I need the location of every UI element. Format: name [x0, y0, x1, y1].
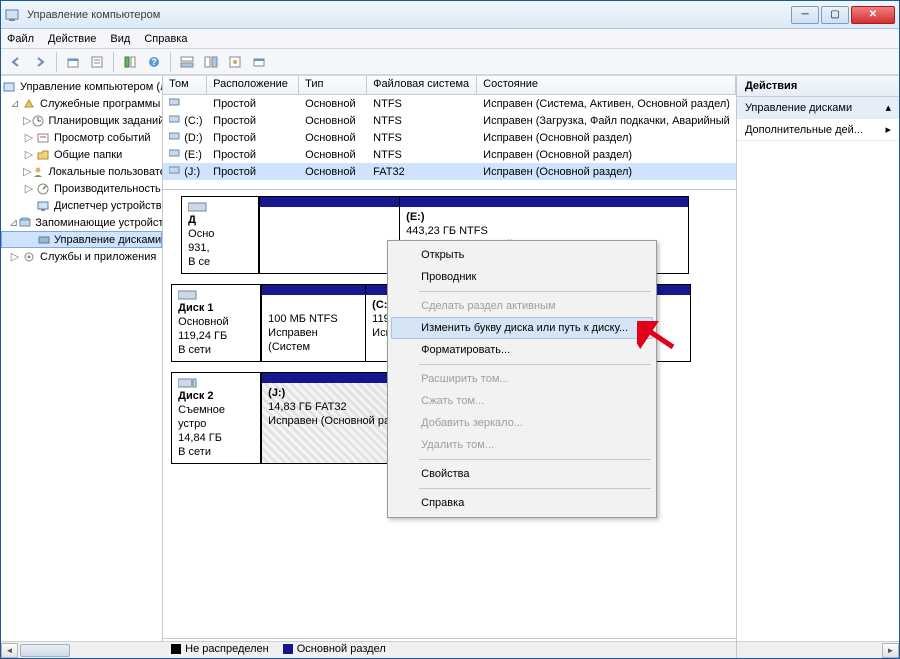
forward-button[interactable] [29, 51, 51, 73]
menu-file[interactable]: Файл [7, 33, 34, 45]
tree-hscrollbar[interactable]: ◄ ► [1, 641, 163, 658]
tree-localusers[interactable]: ▷Локальные пользовате [1, 163, 162, 180]
ctx-properties[interactable]: Свойства [391, 463, 653, 485]
menubar: Файл Действие Вид Справка [1, 29, 899, 49]
ctx-change-letter[interactable]: Изменить букву диска или путь к диску... [391, 317, 653, 339]
tree-shared[interactable]: ▷Общие папки [1, 146, 162, 163]
volume-row[interactable]: (C:) Простой Основной NTFS Исправен (Заг… [163, 112, 736, 129]
disk-icon [188, 201, 208, 213]
col-type[interactable]: Тип [299, 76, 367, 94]
tree-root[interactable]: Управление компьютером (л [1, 78, 162, 95]
col-layout[interactable]: Расположение [207, 76, 299, 94]
back-button[interactable] [5, 51, 27, 73]
ctx-make-active: Сделать раздел активным [391, 295, 653, 317]
actions-header: Действия [737, 76, 899, 97]
scroll-left-button[interactable]: ◄ [1, 643, 18, 658]
legend-swatch-unallocated [171, 644, 181, 654]
settings-button[interactable] [224, 51, 246, 73]
titlebar: Управление компьютером ─ ▢ ✕ [1, 1, 899, 29]
disk-info[interactable]: Диск 1 Основной 119,24 ГБ В сети [171, 284, 261, 362]
ctx-explorer[interactable]: Проводник [391, 266, 653, 288]
window-title: Управление компьютером [27, 9, 789, 21]
menu-view[interactable]: Вид [110, 33, 130, 45]
computer-management-window: Управление компьютером ─ ▢ ✕ Файл Действ… [0, 0, 900, 659]
disk-info[interactable]: Диск 2 Съемное устро 14,84 ГБ В сети [171, 372, 261, 464]
tree-devmgr[interactable]: Диспетчер устройств [1, 197, 162, 214]
tree-storage[interactable]: ⊿Запоминающие устройст [1, 214, 162, 231]
menu-help[interactable]: Справка [144, 33, 187, 45]
view-detail-button[interactable] [200, 51, 222, 73]
tree-eventvwr[interactable]: ▷Просмотр событий [1, 129, 162, 146]
legend: Не распределен Основной раздел [163, 638, 736, 658]
refresh-button[interactable] [119, 51, 141, 73]
collapse-icon: ▴ [885, 101, 891, 114]
disk-icon [178, 289, 198, 301]
volume-row[interactable]: (D:) Простой Основной NTFS Исправен (Осн… [163, 129, 736, 146]
ctx-help[interactable]: Справка [391, 492, 653, 514]
view-list-button[interactable] [176, 51, 198, 73]
volume-row[interactable]: (E:) Простой Основной NTFS Исправен (Осн… [163, 146, 736, 163]
col-fs[interactable]: Файловая система [367, 76, 477, 94]
up-button[interactable] [62, 51, 84, 73]
menu-action[interactable]: Действие [48, 33, 96, 45]
legend-swatch-primary [283, 644, 293, 654]
svg-text:?: ? [151, 57, 157, 67]
volume-row[interactable]: Простой Основной NTFS Исправен (Система,… [163, 95, 736, 112]
toolbar: ? [1, 49, 899, 75]
removable-disk-icon [178, 377, 198, 389]
partition[interactable]: 100 МБ NTFS Исправен (Систем [261, 285, 365, 361]
close-button[interactable]: ✕ [851, 6, 895, 24]
col-volume[interactable]: Том [163, 76, 207, 94]
minimize-button[interactable]: ─ [791, 6, 819, 24]
tree-services[interactable]: ▷Службы и приложения [1, 248, 162, 265]
disk-info[interactable]: Д Осно 931, В се [181, 196, 259, 274]
context-menu: Открыть Проводник Сделать раздел активны… [387, 240, 657, 518]
action-diskmgmt[interactable]: Управление дисками ▴ [737, 97, 899, 119]
volume-row-selected[interactable]: (J:) Простой Основной FAT32 Исправен (Ос… [163, 163, 736, 180]
more-button[interactable] [248, 51, 270, 73]
col-status[interactable]: Состояние [477, 76, 736, 94]
console-tree[interactable]: Управление компьютером (л ⊿Служебные про… [1, 76, 163, 658]
ctx-open[interactable]: Открыть [391, 244, 653, 266]
tree-diskmgmt[interactable]: Управление дисками [1, 231, 162, 248]
help-button[interactable]: ? [143, 51, 165, 73]
action-more[interactable]: Дополнительные дей... ▸ [737, 119, 899, 141]
volume-list[interactable]: Простой Основной NTFS Исправен (Система,… [163, 95, 736, 189]
scroll-thumb[interactable] [20, 644, 70, 657]
center-pane: PC4ME.RU Том Расположение Тип Файловая с… [163, 76, 737, 658]
actions-pane: Действия Управление дисками ▴ Дополнител… [737, 76, 899, 658]
ctx-mirror: Добавить зеркало... [391, 412, 653, 434]
tree-scheduler[interactable]: ▷Планировщик заданий [1, 112, 162, 129]
expand-icon: ▸ [885, 123, 891, 136]
ctx-shrink: Сжать том... [391, 390, 653, 412]
properties-button[interactable] [86, 51, 108, 73]
maximize-button[interactable]: ▢ [821, 6, 849, 24]
ctx-format[interactable]: Форматировать... [391, 339, 653, 361]
ctx-delete: Удалить том... [391, 434, 653, 456]
app-icon [5, 7, 21, 23]
ctx-extend: Расширить том... [391, 368, 653, 390]
tree-perf[interactable]: ▷Производительность [1, 180, 162, 197]
tree-systools[interactable]: ⊿Служебные программы [1, 95, 162, 112]
volume-list-header: Том Расположение Тип Файловая система Со… [163, 76, 736, 95]
